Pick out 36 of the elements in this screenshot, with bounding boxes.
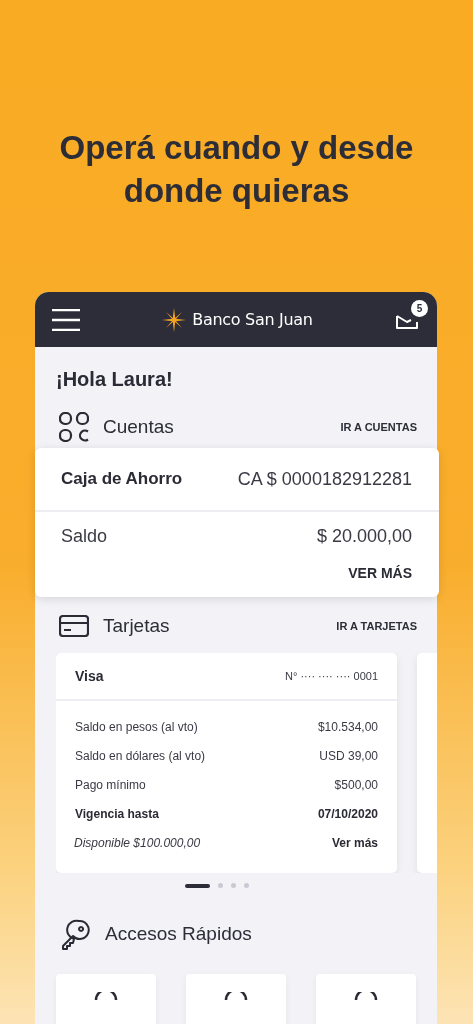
- balance-amount: $ 20.000,00: [316, 526, 412, 547]
- menu-icon[interactable]: [52, 308, 80, 331]
- available-amount: Disponible $100.000,00: [74, 835, 201, 850]
- go-to-accounts-link[interactable]: IR A CUENTAS: [340, 421, 417, 433]
- page-dot[interactable]: [217, 883, 223, 888]
- row-value: $500,00: [334, 777, 378, 792]
- row-label: Saldo en pesos (al vto): [75, 719, 198, 734]
- key-icon: [59, 918, 91, 950]
- shortcut-icon: [94, 992, 118, 1000]
- row-value: 07/10/2020: [317, 806, 378, 821]
- notification-badge: 5: [411, 299, 428, 317]
- section-title: Accesos Rápidos: [105, 923, 253, 945]
- page-dot[interactable]: [243, 883, 249, 888]
- grid-icon: [59, 412, 89, 442]
- balance-label: Saldo: [61, 526, 108, 547]
- row-value: USD 39,00: [319, 748, 378, 763]
- brand-name: Banco San Juan: [192, 310, 313, 329]
- card-number: N° ···· ···· ···· 0001: [285, 670, 378, 682]
- card-brand: Visa: [75, 668, 104, 684]
- section-title: Cuentas: [103, 416, 175, 438]
- account-name: Caja de Ahorro: [61, 469, 183, 489]
- shortcut-icon: [354, 992, 378, 1000]
- row-label: Vigencia hasta: [75, 806, 159, 821]
- see-more-link[interactable]: VER MÁS: [348, 565, 412, 581]
- section-title: Tarjetas: [103, 615, 171, 637]
- see-more-link[interactable]: Ver más: [331, 835, 378, 850]
- shortcut-icon: [224, 992, 248, 1000]
- go-to-cards-link[interactable]: IR A TARJETAS: [336, 620, 417, 632]
- row-label: Pago mínimo: [75, 777, 146, 792]
- credit-card-icon: [59, 615, 89, 637]
- row-value: $10.534,00: [317, 719, 378, 734]
- headline: Operá cuando y desde donde quieras: [58, 128, 415, 211]
- page-dot[interactable]: [230, 883, 236, 888]
- account-number: CA $ 0000182912281: [237, 468, 412, 490]
- greeting: ¡Hola Laura!: [56, 367, 174, 392]
- row-label: Saldo en dólares (al vto): [75, 748, 206, 763]
